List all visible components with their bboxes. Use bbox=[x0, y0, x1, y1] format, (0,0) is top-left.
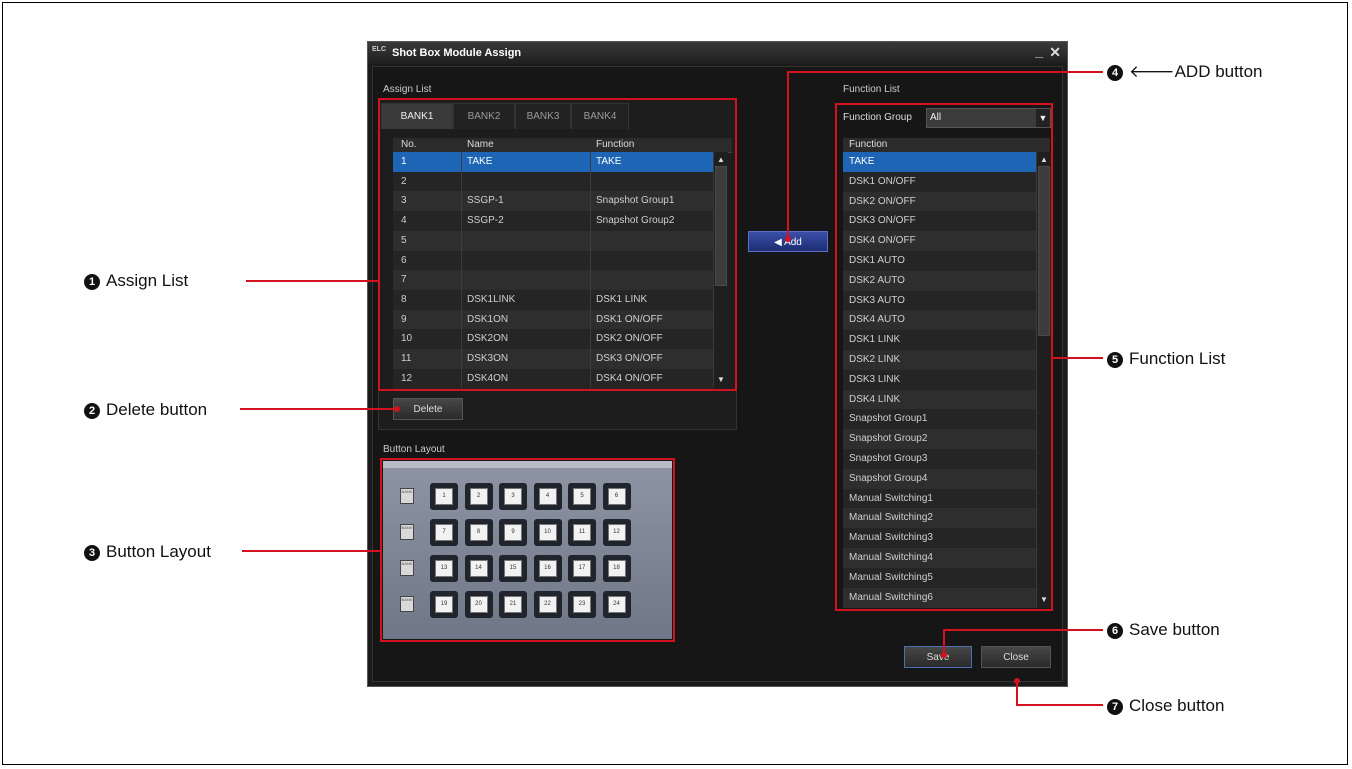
callout-line-5 bbox=[1053, 357, 1103, 359]
callout-line-2 bbox=[240, 408, 396, 410]
callout-text: Function List bbox=[1129, 349, 1226, 368]
arrow-left-icon: ◀ bbox=[774, 237, 785, 248]
callout-text: Button Layout bbox=[106, 542, 211, 561]
callout-assign-list: 1 Assign List bbox=[84, 271, 188, 291]
callout-line-3 bbox=[242, 550, 380, 552]
callout-line-6h bbox=[943, 629, 1103, 631]
function-list-highlight bbox=[835, 103, 1053, 611]
assign-list-highlight bbox=[378, 98, 737, 391]
arrow-left-icon: 🡐 bbox=[1129, 62, 1175, 81]
callout-line-4h bbox=[787, 71, 1103, 73]
button-layout-label: Button Layout bbox=[383, 444, 445, 455]
function-list-label: Function List bbox=[843, 84, 900, 95]
window-title: Shot Box Module Assign bbox=[392, 47, 522, 59]
close-icon[interactable]: ✕ bbox=[1049, 44, 1061, 61]
callout-text: Delete button bbox=[106, 400, 208, 419]
app-icon: ELC bbox=[372, 46, 386, 53]
callout-text: Assign List bbox=[106, 271, 189, 290]
callout-button-layout: 3 Button Layout bbox=[84, 542, 211, 562]
callout-line-1 bbox=[246, 280, 378, 282]
callout-delete-button: 2 Delete button bbox=[84, 400, 207, 420]
assign-list-label: Assign List bbox=[383, 84, 432, 95]
callout-dot-2 bbox=[394, 406, 400, 412]
callout-text: Save button bbox=[1129, 620, 1220, 639]
callout-function-list: 5 Function List bbox=[1107, 349, 1225, 369]
minimize-icon[interactable]: _ bbox=[1035, 43, 1043, 59]
save-button[interactable]: Save bbox=[904, 646, 972, 668]
callout-number: 2 bbox=[84, 403, 100, 419]
delete-button[interactable]: Delete bbox=[393, 398, 463, 420]
close-button[interactable]: Close bbox=[981, 646, 1051, 668]
callout-line-6v bbox=[943, 629, 945, 654]
callout-text: ADD button bbox=[1174, 62, 1263, 81]
callout-number: 7 bbox=[1107, 699, 1123, 715]
callout-text: Close button bbox=[1129, 696, 1225, 715]
title-bar: ELC Shot Box Module Assign _ ✕ bbox=[368, 42, 1067, 64]
button-layout-highlight bbox=[380, 458, 675, 642]
callout-line-7h bbox=[1016, 704, 1103, 706]
callout-number: 3 bbox=[84, 545, 100, 561]
callout-dot-6 bbox=[941, 652, 947, 658]
callout-save-button: 6 Save button bbox=[1107, 620, 1220, 640]
callout-dot-7 bbox=[1014, 678, 1020, 684]
callout-dot-4 bbox=[785, 236, 791, 242]
callout-number: 5 bbox=[1107, 352, 1123, 368]
callout-line-4v bbox=[787, 71, 789, 237]
callout-number: 6 bbox=[1107, 623, 1123, 639]
callout-close-button: 7 Close button bbox=[1107, 696, 1224, 716]
callout-add-button: 4 🡐ADD button bbox=[1107, 62, 1262, 82]
callout-number: 1 bbox=[84, 274, 100, 290]
callout-number: 4 bbox=[1107, 65, 1123, 81]
